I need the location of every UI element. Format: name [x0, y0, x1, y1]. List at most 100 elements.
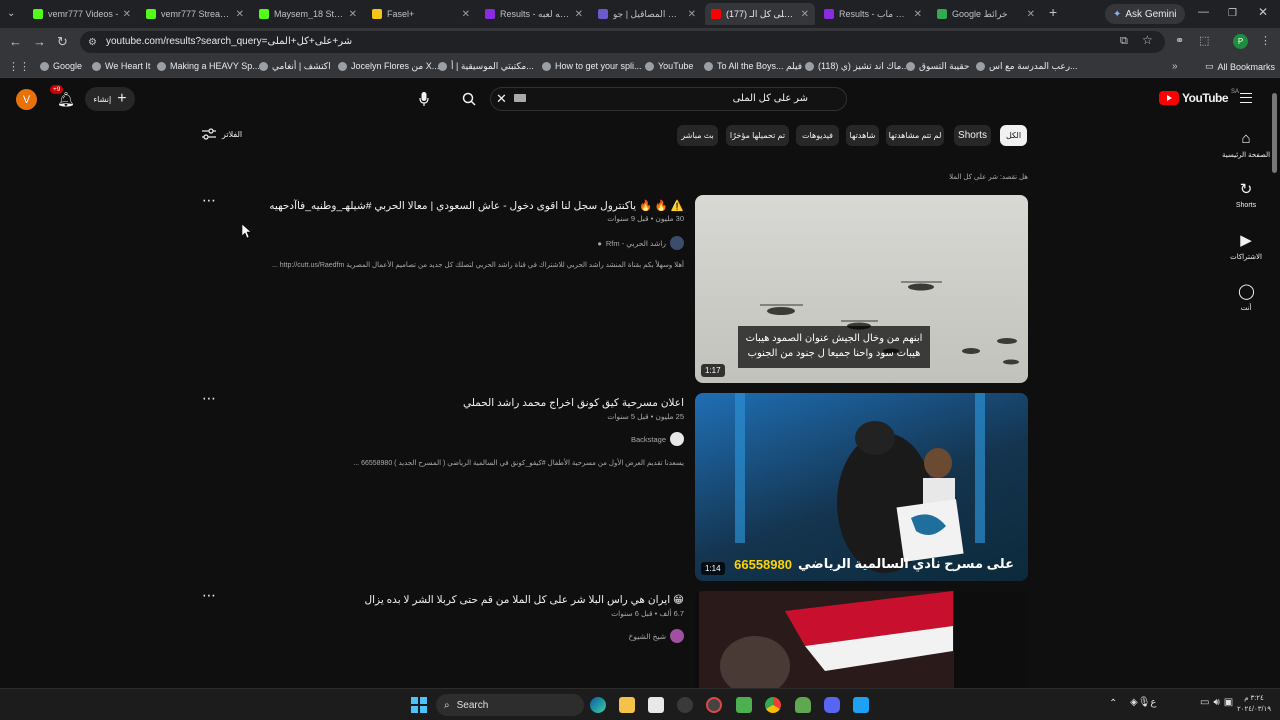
video-thumbnail-2[interactable]: 66558980 على مسرح نادي السالمية الرياضي … — [695, 393, 1028, 581]
address-bar[interactable]: ⚙ youtube.com/results?search_query=شر+عل… — [80, 31, 1165, 53]
create-button[interactable]: إنشاء + — [85, 87, 135, 111]
browser-tab[interactable]: (177) شر على كل الـ ✕ — [705, 3, 815, 25]
edge-icon[interactable] — [590, 697, 606, 713]
filter-chip[interactable]: Shorts — [954, 125, 991, 146]
sidenav-item[interactable]: ◯ أنت — [1222, 284, 1270, 313]
extension-icon[interactable]: ⚭ — [1175, 35, 1184, 48]
did-you-mean[interactable]: هل تقصد: شر على كل الملا — [940, 173, 1028, 181]
clear-search-icon[interactable]: ✕ — [496, 91, 507, 107]
video-title-1[interactable]: ⚠️ 🔥 🔥 ياكنترول سجل لنا اقوى دخول - عاش … — [269, 199, 684, 212]
filter-chip[interactable]: شاهدتها — [846, 125, 879, 146]
close-tab-icon[interactable]: ✕ — [914, 9, 922, 20]
search-input[interactable]: ✕ شر على كل الملى — [490, 87, 847, 111]
install-app-icon[interactable]: ⧉ — [1120, 35, 1128, 48]
more-actions-icon[interactable]: ⋯ — [202, 587, 217, 604]
browser-menu-icon[interactable]: ⋮ — [1260, 35, 1271, 48]
browser-tab[interactable]: حرب المصاقيل | جو ✕ — [592, 3, 702, 25]
search-button[interactable] — [457, 87, 481, 111]
close-tab-icon[interactable]: ✕ — [1027, 9, 1035, 20]
bookmark-item[interactable]: حقيبة التسوق — [906, 61, 970, 72]
restore-button[interactable]: ❐ — [1228, 7, 1237, 20]
bookmark-item[interactable]: To All the Boys... فيلم — [704, 61, 802, 72]
browser-tab[interactable]: Results - فوقل ماب ✕ — [818, 3, 928, 25]
bookmark-star-icon[interactable]: ☆ — [1142, 34, 1153, 47]
discord-icon[interactable] — [824, 697, 840, 713]
close-tab-icon[interactable]: ✕ — [462, 9, 470, 20]
app-icon-figure[interactable] — [795, 697, 811, 713]
bookmark-item[interactable]: YouTube — [645, 61, 693, 71]
bookmark-item[interactable]: Google — [40, 61, 82, 71]
chrome-icon[interactable] — [765, 697, 781, 713]
close-tab-icon[interactable]: ✕ — [688, 9, 696, 20]
taskbar-search-box[interactable]: ⌕ Search — [436, 694, 584, 716]
video-thumbnail-1[interactable]: ابنهم من وخال الجيش عنوان الصمود هيبات ه… — [695, 195, 1028, 383]
facebook-icon[interactable] — [853, 697, 869, 713]
bookmark-item[interactable]: We Heart It — [92, 61, 150, 71]
file-explorer-icon[interactable] — [619, 697, 635, 713]
minimize-button[interactable]: — — [1198, 6, 1209, 19]
browser-tab[interactable]: Results - جوله لعبه ✕ — [479, 3, 589, 25]
tray-status-icons[interactable]: ▭🔊︎▣ — [1200, 697, 1237, 708]
close-tab-icon[interactable]: ✕ — [575, 9, 583, 20]
bookmark-item[interactable]: How to get your spli... — [542, 61, 642, 71]
bookmark-item[interactable]: اكتشف | أنغامي — [259, 61, 331, 72]
filter-chip[interactable]: تم تحميلها مؤخرًا — [726, 125, 789, 146]
windows-start-icon[interactable] — [411, 697, 427, 713]
bookmark-item[interactable]: رعب المدرسة مع اس... — [976, 61, 1078, 72]
youtube-logo[interactable]: YouTube SA — [1159, 89, 1239, 105]
settings-app-icon[interactable] — [677, 697, 693, 713]
browser-tab[interactable]: Google خرائط ✕ — [931, 3, 1041, 25]
tray-overflow-icon[interactable]: ⌃ — [1109, 698, 1117, 709]
new-tab-button[interactable]: + — [1049, 5, 1057, 19]
close-tab-icon[interactable]: ✕ — [801, 9, 809, 20]
video-title-2[interactable]: اعلان مسرحية كيق كونق اخراج محمد راشد ال… — [463, 397, 684, 409]
bookmark-item[interactable]: (118) ماك اند تشيز (ي... — [805, 61, 909, 72]
video-title-3[interactable]: 😁 ايران هي راس البلا شر على كل الملا من … — [365, 594, 685, 606]
site-info-icon[interactable]: ⚙ — [88, 36, 97, 49]
sidenav-item[interactable]: ↻ Shorts — [1222, 182, 1270, 210]
bookmark-item[interactable]: Jocelyn Flores من X... — [338, 61, 439, 72]
store-icon[interactable] — [648, 697, 664, 713]
more-actions-icon[interactable]: ⋯ — [202, 390, 217, 407]
filters-button[interactable]: الفلاتر — [202, 128, 242, 140]
reload-icon[interactable]: ↻ — [57, 35, 68, 48]
app-icon-red[interactable] — [706, 697, 722, 713]
app-icon-green[interactable] — [736, 697, 752, 713]
filter-chip[interactable]: لم تتم مشاهدتها — [886, 125, 944, 146]
close-window-button[interactable]: ✕ — [1258, 6, 1268, 19]
browser-tab[interactable]: Maysem_18 Stream ✕ — [253, 3, 363, 25]
profile-avatar-circle[interactable]: P — [1233, 34, 1248, 49]
voice-search-button[interactable] — [412, 87, 436, 111]
close-tab-icon[interactable]: ✕ — [123, 9, 131, 20]
apps-grid-icon[interactable]: ⋮⋮ — [8, 61, 30, 74]
bookmark-item[interactable]: مكتبتي الموسيقية | أ... — [438, 61, 534, 72]
tray-icons[interactable]: ◈🎙︎ع — [1130, 697, 1156, 708]
bookmark-item[interactable]: Making a HEAVY Sp... — [157, 61, 260, 71]
back-icon[interactable]: ← — [9, 35, 22, 48]
all-bookmarks-button[interactable]: ▭ All Bookmarks — [1205, 61, 1275, 72]
forward-icon[interactable]: → — [33, 35, 46, 48]
notifications-button[interactable]: 🔔︎ +9 — [50, 85, 75, 109]
channel-row-2[interactable]: Backstage — [631, 432, 684, 446]
menu-hamburger-icon[interactable] — [1240, 93, 1252, 103]
bookmarks-overflow-icon[interactable]: » — [1172, 60, 1178, 73]
channel-row-1[interactable]: راشد الحربي - Rfm ● — [597, 236, 684, 250]
video-thumbnail-3[interactable] — [695, 591, 1028, 688]
close-tab-icon[interactable]: ✕ — [236, 9, 244, 20]
sidenav-item[interactable]: ⌂ الصفحة الرئيسية — [1222, 131, 1270, 160]
channel-row-3[interactable]: شيخ الشيوخ — [628, 629, 684, 643]
sidenav-item[interactable]: ▶ الاشتراكات — [1222, 233, 1270, 262]
clock[interactable]: ٣:٢٤ م ٢٠٢٤/٠٣/١٩ — [1236, 693, 1272, 715]
user-avatar[interactable]: V — [16, 89, 37, 110]
keyboard-icon[interactable] — [514, 94, 526, 102]
close-tab-icon[interactable]: ✕ — [349, 9, 357, 20]
browser-tab[interactable]: vemr777 Videos - ✕ — [27, 3, 137, 25]
ask-gemini-button[interactable]: ✦ Ask Gemini — [1105, 4, 1185, 24]
scrollbar-thumb[interactable] — [1272, 93, 1277, 173]
extensions-puzzle-icon[interactable]: ⬚ — [1199, 35, 1209, 48]
filter-chip[interactable]: بث مباشر — [677, 125, 718, 146]
filter-chip[interactable]: فيديوهات — [796, 125, 839, 146]
filter-chip[interactable]: الكل — [1000, 125, 1027, 146]
page-scrollbar[interactable] — [1270, 79, 1280, 688]
browser-tab[interactable]: vemr777 Stream - ✕ — [140, 3, 250, 25]
